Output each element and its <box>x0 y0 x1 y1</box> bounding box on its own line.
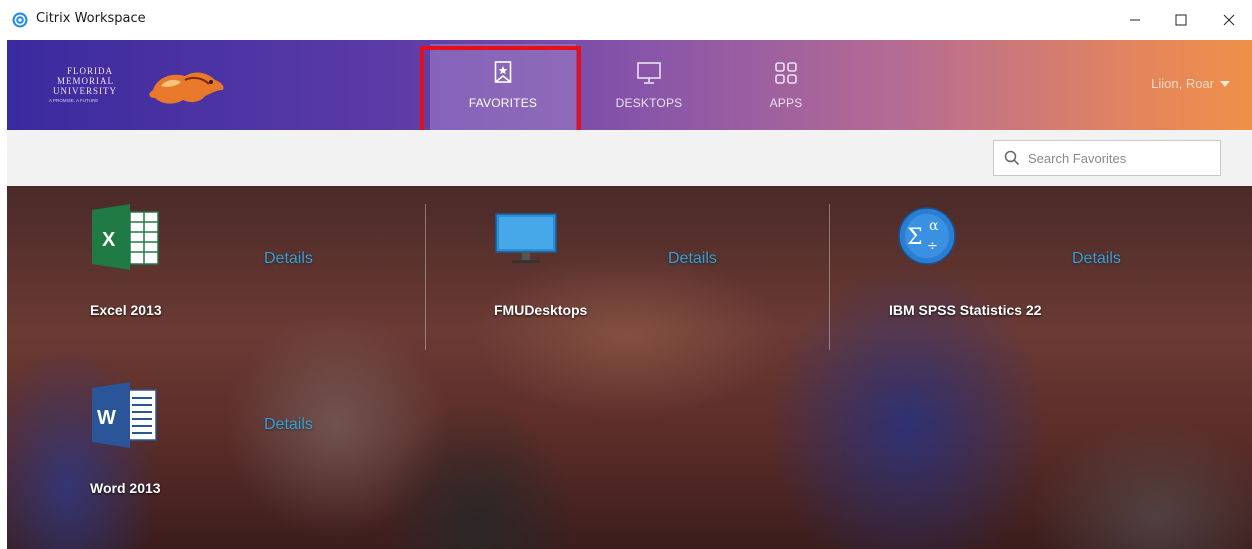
close-button[interactable] <box>1206 0 1252 40</box>
svg-text:÷: ÷ <box>927 239 938 254</box>
minimize-icon <box>1130 19 1140 21</box>
svg-text:X: X <box>102 229 116 251</box>
tab-apps[interactable]: APPS <box>713 44 859 130</box>
app-name: Excel 2013 <box>90 302 162 318</box>
details-link[interactable]: Details <box>264 416 313 434</box>
column-divider <box>829 204 830 350</box>
excel-icon: X <box>92 204 159 270</box>
desktop-monitor-icon <box>495 213 557 263</box>
svg-text:MEMORIAL: MEMORIAL <box>57 76 114 86</box>
spss-icon: Σ α ÷ <box>898 207 956 265</box>
window-title: Citrix Workspace <box>36 11 146 26</box>
desktop-monitor-icon <box>637 62 661 84</box>
minimize-button[interactable] <box>1112 0 1158 40</box>
app-tile-word[interactable]: W Word 2013 Details <box>90 382 350 496</box>
citrix-workspace-icon <box>12 12 28 28</box>
favorites-content: X Excel 2013 Details FMUDesktops Details… <box>7 186 1252 549</box>
app-tile-excel[interactable]: X Excel 2013 Details <box>90 204 350 318</box>
app-name: IBM SPSS Statistics 22 <box>889 302 1042 318</box>
apps-grid-icon <box>775 62 797 84</box>
lion-mascot-logo <box>149 72 224 104</box>
svg-text:A PROMISE. A FUTURE: A PROMISE. A FUTURE <box>49 98 98 103</box>
search-bar <box>7 130 1252 186</box>
user-account-menu[interactable]: Liion, Roar <box>1151 76 1230 91</box>
column-divider <box>425 204 426 350</box>
maximize-icon <box>1175 14 1187 26</box>
search-icon <box>1004 150 1020 166</box>
svg-text:UNIVERSITY: UNIVERSITY <box>53 86 117 96</box>
caret-down-icon <box>1220 80 1230 87</box>
word-icon: W <box>92 382 157 448</box>
details-link[interactable]: Details <box>1072 250 1121 268</box>
svg-text:α: α <box>929 218 939 234</box>
search-input[interactable] <box>1026 149 1206 167</box>
tab-desktops[interactable]: DESKTOPS <box>576 44 722 130</box>
workspace-header: FLORIDA MEMORIAL UNIVERSITY A PROMISE. A… <box>7 40 1252 130</box>
app-tile-fmudesktops[interactable]: FMUDesktops Details <box>494 204 754 318</box>
svg-text:Σ: Σ <box>907 225 923 250</box>
app-name: FMUDesktops <box>494 302 588 318</box>
svg-text:FLORIDA: FLORIDA <box>67 66 113 76</box>
close-icon <box>1223 14 1235 26</box>
favorites-bookmark-icon <box>494 61 512 83</box>
tab-favorites[interactable]: FAVORITES <box>430 44 576 130</box>
svg-text:W: W <box>97 407 116 429</box>
details-link[interactable]: Details <box>668 250 717 268</box>
window-title-bar: Citrix Workspace <box>0 0 1252 40</box>
university-logo: FLORIDA MEMORIAL UNIVERSITY A PROMISE. A… <box>49 66 224 104</box>
search-box[interactable] <box>993 140 1221 176</box>
tab-favorites-label: FAVORITES <box>468 96 538 110</box>
maximize-button[interactable] <box>1158 0 1204 40</box>
details-link[interactable]: Details <box>264 250 313 268</box>
app-tile-spss[interactable]: Σ α ÷ IBM SPSS Statistics 22 Details <box>889 204 1149 318</box>
tab-desktops-label: DESKTOPS <box>615 96 683 110</box>
tab-apps-label: APPS <box>769 96 803 110</box>
app-name: Word 2013 <box>90 480 161 496</box>
user-name: Liion, Roar <box>1151 76 1214 91</box>
